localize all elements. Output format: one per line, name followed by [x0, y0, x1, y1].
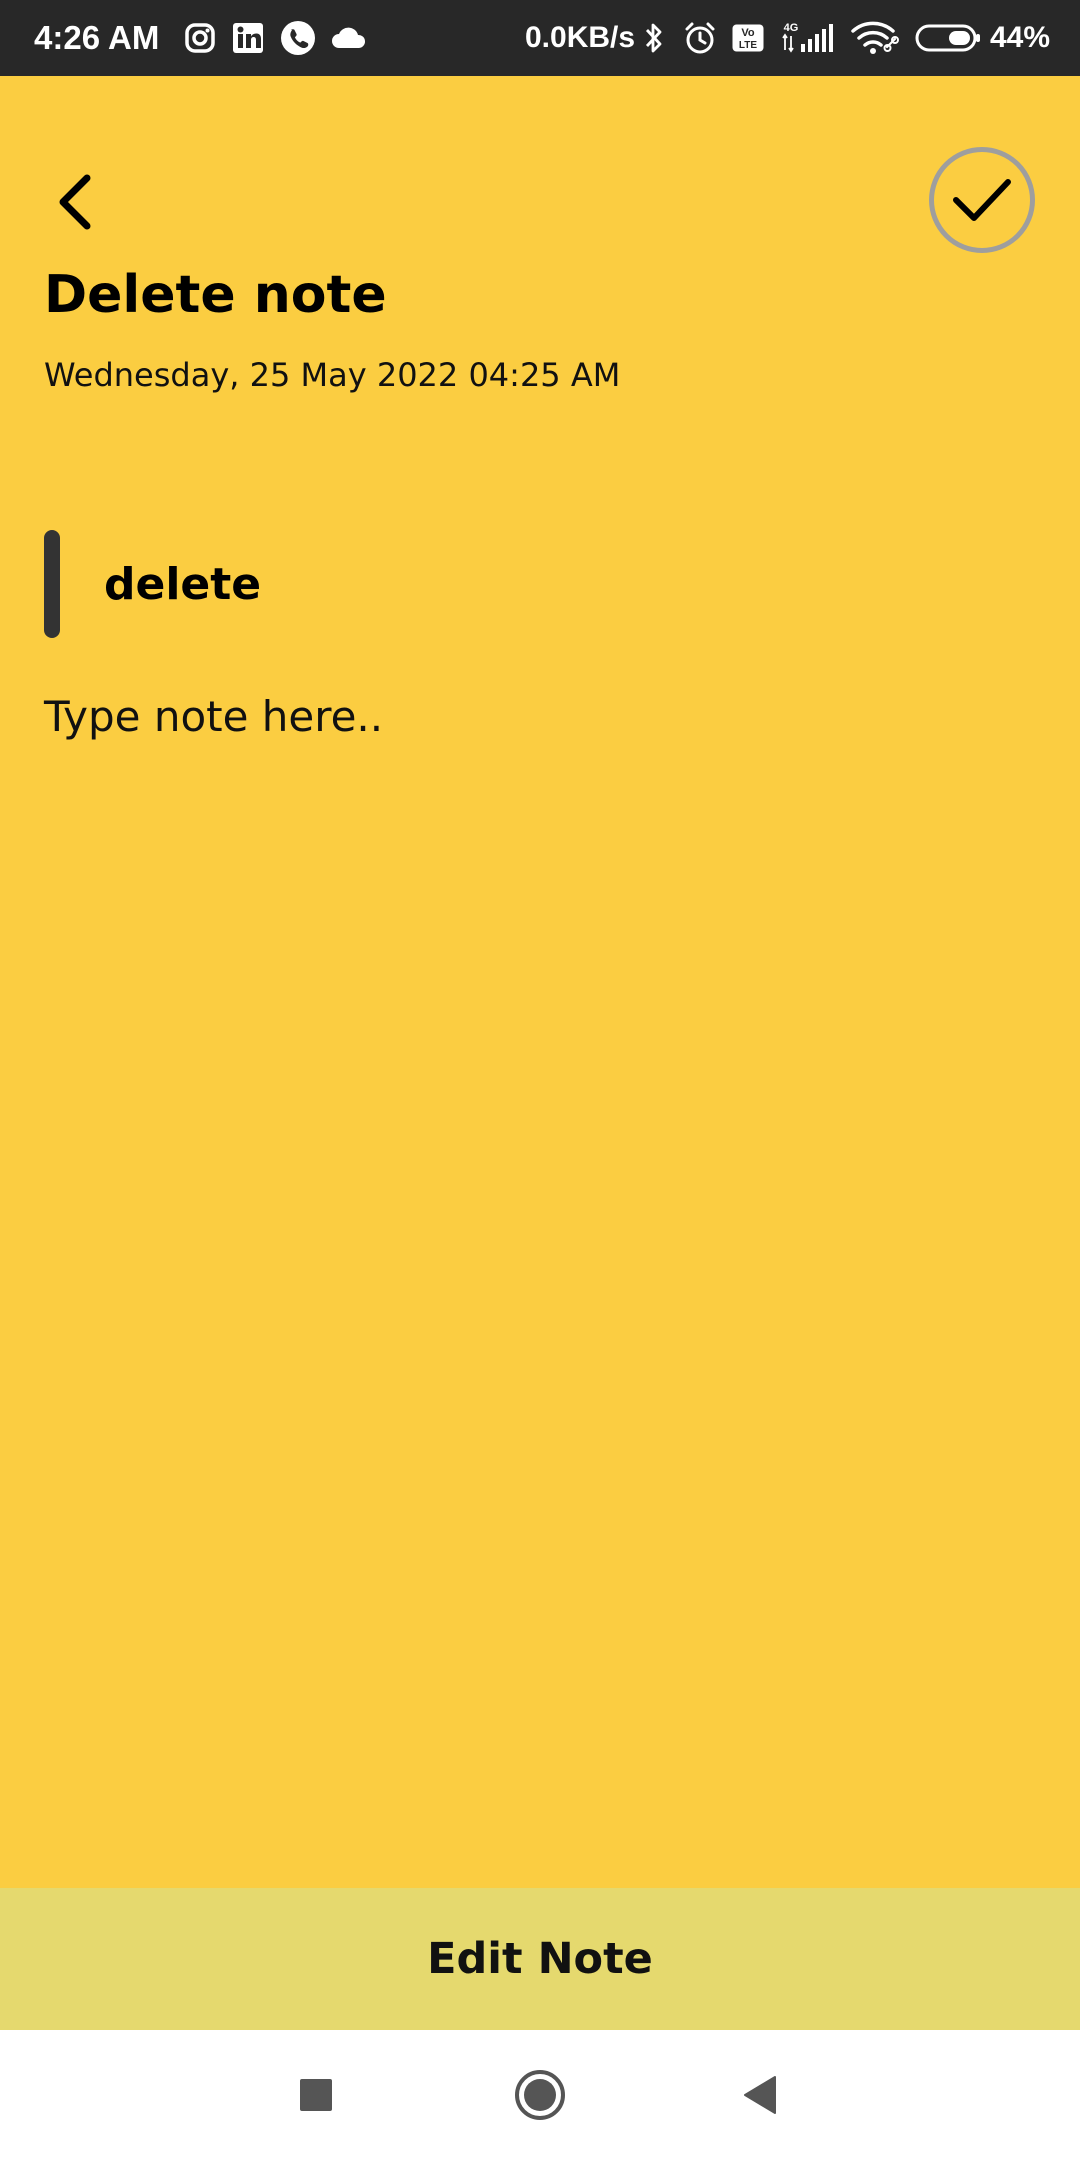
subtitle-indicator — [44, 530, 60, 638]
wifi-icon — [850, 16, 900, 60]
edit-note-button[interactable]: Edit Note — [0, 1888, 1080, 2030]
back-icon — [744, 2076, 776, 2114]
navigation-bar — [0, 2030, 1080, 2160]
battery-percent: 44% — [990, 21, 1051, 54]
cloud-icon — [330, 16, 368, 60]
signal-4g-icon: 4G — [778, 16, 838, 60]
status-bar: 4:26 AM 0.0KB/s Vo LTE 4G 44% — [0, 0, 1080, 76]
checkmark-icon — [953, 179, 1011, 221]
home-button[interactable] — [480, 2030, 600, 2160]
status-time: 4:26 AM — [34, 19, 160, 56]
edit-note-label: Edit Note — [427, 1934, 653, 1984]
note-title[interactable]: Delete note — [44, 260, 387, 330]
svg-text:Vo: Vo — [741, 27, 755, 39]
svg-text:4G: 4G — [784, 22, 799, 34]
note-date: Wednesday, 25 May 2022 04:25 AM — [44, 356, 621, 394]
nav-back-button[interactable] — [700, 2030, 820, 2160]
bluetooth-icon — [642, 16, 666, 60]
whatsapp-icon — [279, 16, 317, 60]
instagram-icon — [182, 16, 218, 60]
back-chevron-icon — [59, 174, 91, 230]
recent-apps-button[interactable] — [256, 2030, 376, 2160]
back-button[interactable] — [40, 167, 110, 237]
svg-text:LTE: LTE — [739, 40, 757, 51]
alarm-icon — [682, 16, 718, 60]
note-body-input[interactable]: Type note here.. — [44, 687, 1034, 747]
note-subtitle[interactable]: delete — [104, 530, 261, 638]
subtitle-section: delete — [44, 530, 944, 638]
home-icon — [515, 2070, 565, 2120]
volte-icon: Vo LTE — [730, 16, 766, 60]
note-editor: Delete note Wednesday, 25 May 2022 04:25… — [0, 76, 1080, 1888]
network-speed: 0.0KB/s — [525, 21, 636, 54]
battery-icon — [914, 16, 982, 60]
save-button[interactable] — [929, 147, 1035, 253]
linkedin-icon — [230, 16, 266, 60]
recent-apps-icon — [300, 2079, 332, 2111]
